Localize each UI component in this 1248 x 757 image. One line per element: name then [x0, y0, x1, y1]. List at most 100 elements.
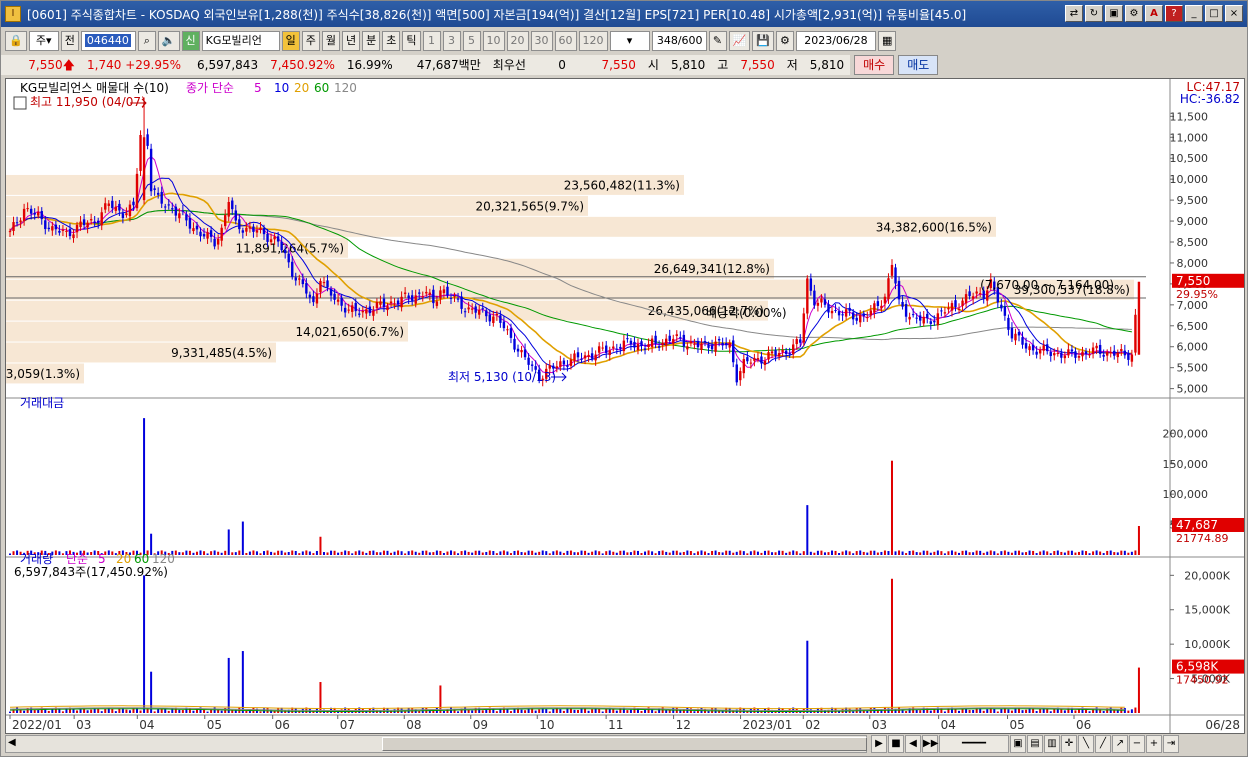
interval-60[interactable]: 60 [554, 31, 577, 51]
help-icon[interactable]: ? [1165, 5, 1183, 22]
x-right-label: 06/28 [1205, 718, 1240, 732]
interval-3[interactable]: 3 [442, 31, 461, 51]
amount-bar [1014, 550, 1017, 555]
prev-button[interactable]: 전 [60, 31, 79, 51]
panel-1-icon[interactable]: ▣ [1010, 735, 1026, 753]
period-tab-year[interactable]: 년 [342, 31, 361, 51]
period-select[interactable]: 주▾ [28, 31, 59, 51]
trend-tool-icon[interactable]: ╱ [1095, 735, 1111, 753]
amount-bar [665, 551, 668, 555]
step-back-icon[interactable]: ◀ [905, 735, 921, 753]
candle-body [901, 301, 904, 307]
amount-bar [979, 550, 982, 555]
interval-20[interactable]: 20 [506, 31, 529, 51]
amount-bar [562, 552, 565, 555]
candle-body [276, 236, 280, 242]
range-annotation: (7,670.00 ~ 7,164.00) [980, 278, 1114, 292]
candle-body [255, 230, 259, 233]
chart-area[interactable]: 23,560,482(11.3%) 20,321,565(9.7%) 34,382,… [5, 78, 1245, 734]
amount-bar [457, 553, 460, 555]
period-tab-tick[interactable]: 틱 [402, 31, 421, 51]
zoom-out-icon[interactable]: − [1129, 735, 1145, 753]
fit-icon[interactable]: ⇥ [1163, 735, 1179, 753]
date-input[interactable]: 2023/06/28 [795, 31, 876, 51]
fast-forward-icon[interactable]: ▶▶ [922, 735, 938, 753]
candle-body [234, 210, 237, 221]
horizontal-scrollbar[interactable]: ◀ [5, 735, 867, 753]
refresh-icon[interactable]: ↻ [1085, 5, 1103, 22]
gear-icon[interactable]: ⚙ [775, 31, 794, 51]
play-icon[interactable]: ▶ [871, 735, 887, 753]
font-icon[interactable]: A [1145, 5, 1163, 22]
candle-body [481, 308, 484, 310]
panel-2-icon[interactable]: ▤ [1027, 735, 1043, 753]
candle-body [58, 230, 61, 233]
sin-button[interactable]: 신 [181, 31, 200, 51]
stock-name-field[interactable]: KG모빌리언 [201, 31, 280, 51]
candle-body [199, 231, 202, 237]
sell-button[interactable]: 매도 [898, 55, 939, 75]
calendar-icon[interactable]: ▦ [877, 31, 897, 51]
volume-bar [562, 710, 565, 713]
buy-button[interactable]: 매수 [854, 55, 895, 75]
layout-icon[interactable]: ▣ [1105, 5, 1123, 22]
crosshair-icon[interactable]: ✛ [1061, 735, 1077, 753]
candle-body [8, 231, 12, 233]
candle-body [47, 227, 51, 230]
period-tab-week[interactable]: 주 [301, 31, 320, 51]
amount-bar [354, 551, 357, 555]
candle-body [178, 213, 181, 219]
interval-120[interactable]: 120 [578, 31, 608, 51]
candle-body [1098, 344, 1102, 354]
turnover-value: 16.99% [340, 55, 399, 75]
search-icon[interactable]: ⌕ [137, 31, 156, 51]
stop-icon[interactable]: ■ [888, 735, 904, 753]
minimize-button[interactable]: _ [1185, 5, 1203, 22]
period-tab-second[interactable]: 초 [382, 31, 401, 51]
save-icon[interactable]: 💾 [752, 31, 774, 51]
zoom-slider[interactable]: ━━━━ [939, 735, 1009, 753]
scrollbar-thumb[interactable] [382, 737, 867, 751]
amount-bar [647, 550, 650, 555]
candle-body [185, 214, 188, 221]
link-icon[interactable]: ⇄ [1065, 5, 1083, 22]
price-tick-label: 6,000 [1177, 341, 1209, 354]
volume-bar [481, 710, 484, 713]
candle-body [894, 267, 897, 284]
speaker-icon[interactable]: 🔈 [157, 31, 180, 51]
interval-10[interactable]: 10 [482, 31, 505, 51]
period-tab-day[interactable]: 일 [281, 31, 300, 51]
custom-interval-input[interactable]: ▾ [609, 31, 650, 51]
candle-body [795, 339, 798, 345]
interval-1[interactable]: 1 [422, 31, 441, 51]
interval-30[interactable]: 30 [530, 31, 553, 51]
candle-body [1070, 349, 1074, 352]
candle-body [513, 338, 516, 350]
stock-code-input[interactable]: 046440 [80, 31, 136, 51]
zoom-in-icon[interactable]: + [1146, 735, 1162, 753]
scroll-left-icon[interactable]: ◀ [8, 737, 16, 748]
period-tab-minute[interactable]: 분 [362, 31, 381, 51]
amount-bar [241, 521, 244, 555]
candle-body [403, 292, 407, 294]
amount-bar [816, 550, 819, 555]
interval-5[interactable]: 5 [462, 31, 481, 51]
volume-bar [181, 710, 184, 713]
amount-bar [248, 551, 251, 555]
volume-bar [538, 709, 541, 713]
arrow-tool-icon[interactable]: ↗ [1112, 735, 1128, 753]
amount-bar [1077, 551, 1080, 555]
chart-canvas[interactable]: 23,560,482(11.3%) 20,321,565(9.7%) 34,382,… [6, 79, 1244, 733]
candle-body [876, 301, 880, 306]
panel-3-icon[interactable]: ▥ [1044, 735, 1060, 753]
close-button[interactable]: × [1225, 5, 1243, 22]
maximize-button[interactable]: □ [1205, 5, 1223, 22]
draw-tool-icon[interactable]: ✎ [708, 31, 727, 51]
settings-icon[interactable]: ⚙ [1125, 5, 1143, 22]
line-tool-icon[interactable]: ╲ [1078, 735, 1094, 753]
pin-icon[interactable]: 🔒 [5, 31, 27, 51]
amount-bar [612, 551, 615, 555]
indicator-icon[interactable]: 📈 [728, 31, 751, 51]
period-tab-month[interactable]: 월 [321, 31, 341, 51]
count-field[interactable]: 348/600 [651, 31, 707, 51]
